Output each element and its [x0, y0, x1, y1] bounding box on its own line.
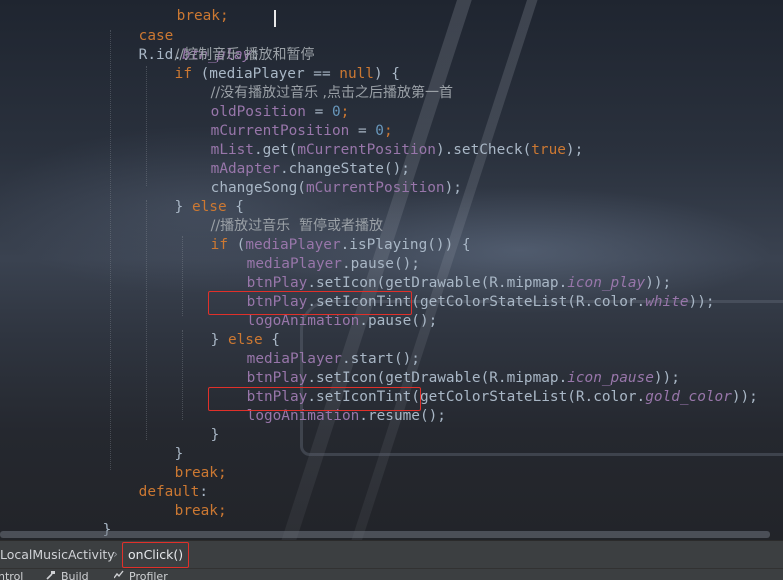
resource-id: gold_color — [645, 389, 732, 405]
code-line[interactable]: } — [68, 502, 112, 538]
code-editor[interactable]: break; case R.id.btn_play: //控制音乐 播放和暂停 … — [0, 0, 783, 540]
code-text: ); — [444, 180, 462, 196]
code-line[interactable]: btnPlay.setIcon(getDrawable(R.mipmap.ico… — [212, 350, 680, 386]
indent-guide — [146, 200, 148, 440]
code-line[interactable]: mediaPlayer.pause(); — [212, 236, 420, 272]
code-line[interactable]: } — [140, 426, 184, 462]
code-line[interactable]: break; — [140, 483, 227, 519]
code-text: .pause(); — [359, 313, 438, 329]
code-line[interactable]: //没有播放过音乐 ,点击之后播放第一首 — [176, 65, 453, 101]
breadcrumb: LocalMusicActivity › onClick() — [0, 540, 783, 569]
code-line[interactable]: break; — [142, 0, 229, 24]
text-caret — [274, 10, 276, 27]
semicolon: ; — [217, 503, 227, 519]
code-text: )); — [688, 294, 715, 310]
code-line[interactable]: } — [176, 407, 220, 443]
code-line[interactable]: mCurrentPosition = 0; — [176, 103, 393, 139]
code-line[interactable]: break; — [140, 445, 227, 481]
code-line[interactable]: mList.get(mCurrentPosition).setCheck(tru… — [176, 122, 584, 158]
code-line[interactable]: case R.id.btn_play: — [104, 8, 260, 63]
code-text: ); — [565, 142, 584, 158]
code-line[interactable]: mAdapter.changeState(); — [176, 141, 410, 177]
chevron-right-icon: › — [113, 546, 118, 561]
bottom-tool-window-bar: ntrol Build Profiler — [0, 568, 783, 580]
code-line[interactable]: btnPlay.setIconTint(getColorStateList(R.… — [212, 369, 758, 405]
code-line[interactable]: } else { — [176, 312, 280, 348]
code-text: ).setCheck( — [435, 142, 532, 158]
code-line[interactable]: } else { — [140, 179, 244, 215]
code-line[interactable]: default: — [104, 464, 208, 500]
highlight-box-resume — [208, 387, 421, 411]
code-line[interactable]: mediaPlayer.start(); — [212, 331, 420, 367]
break-keyword: break — [174, 503, 218, 519]
code-line[interactable]: oldPosition = 0; — [176, 84, 350, 120]
code-line[interactable]: //播放过音乐 暂停或者播放 — [176, 198, 383, 234]
code-line[interactable]: changeSong(mCurrentPosition); — [176, 160, 462, 196]
semicolon: ; — [217, 465, 227, 481]
code-line[interactable]: if (mediaPlayer.isPlaying()) { — [176, 217, 471, 253]
code-line[interactable]: if (mediaPlayer == null) { — [140, 46, 400, 82]
field-var: mCurrentPosition — [305, 180, 445, 196]
code-line[interactable]: btnPlay.setIcon(getDrawable(R.mipmap.ico… — [212, 255, 672, 291]
code-text: )); — [731, 389, 758, 405]
resource-id: white — [645, 294, 689, 310]
breadcrumb-method[interactable]: onClick() — [122, 542, 190, 568]
breadcrumb-class[interactable]: LocalMusicActivity — [0, 547, 115, 562]
closing-brace: } — [210, 427, 220, 443]
true-keyword: true — [531, 142, 566, 158]
horizontal-scrollbar[interactable] — [0, 531, 770, 538]
indent-guide — [110, 30, 112, 470]
code-line[interactable]: //控制音乐 播放和暂停 — [140, 27, 315, 63]
